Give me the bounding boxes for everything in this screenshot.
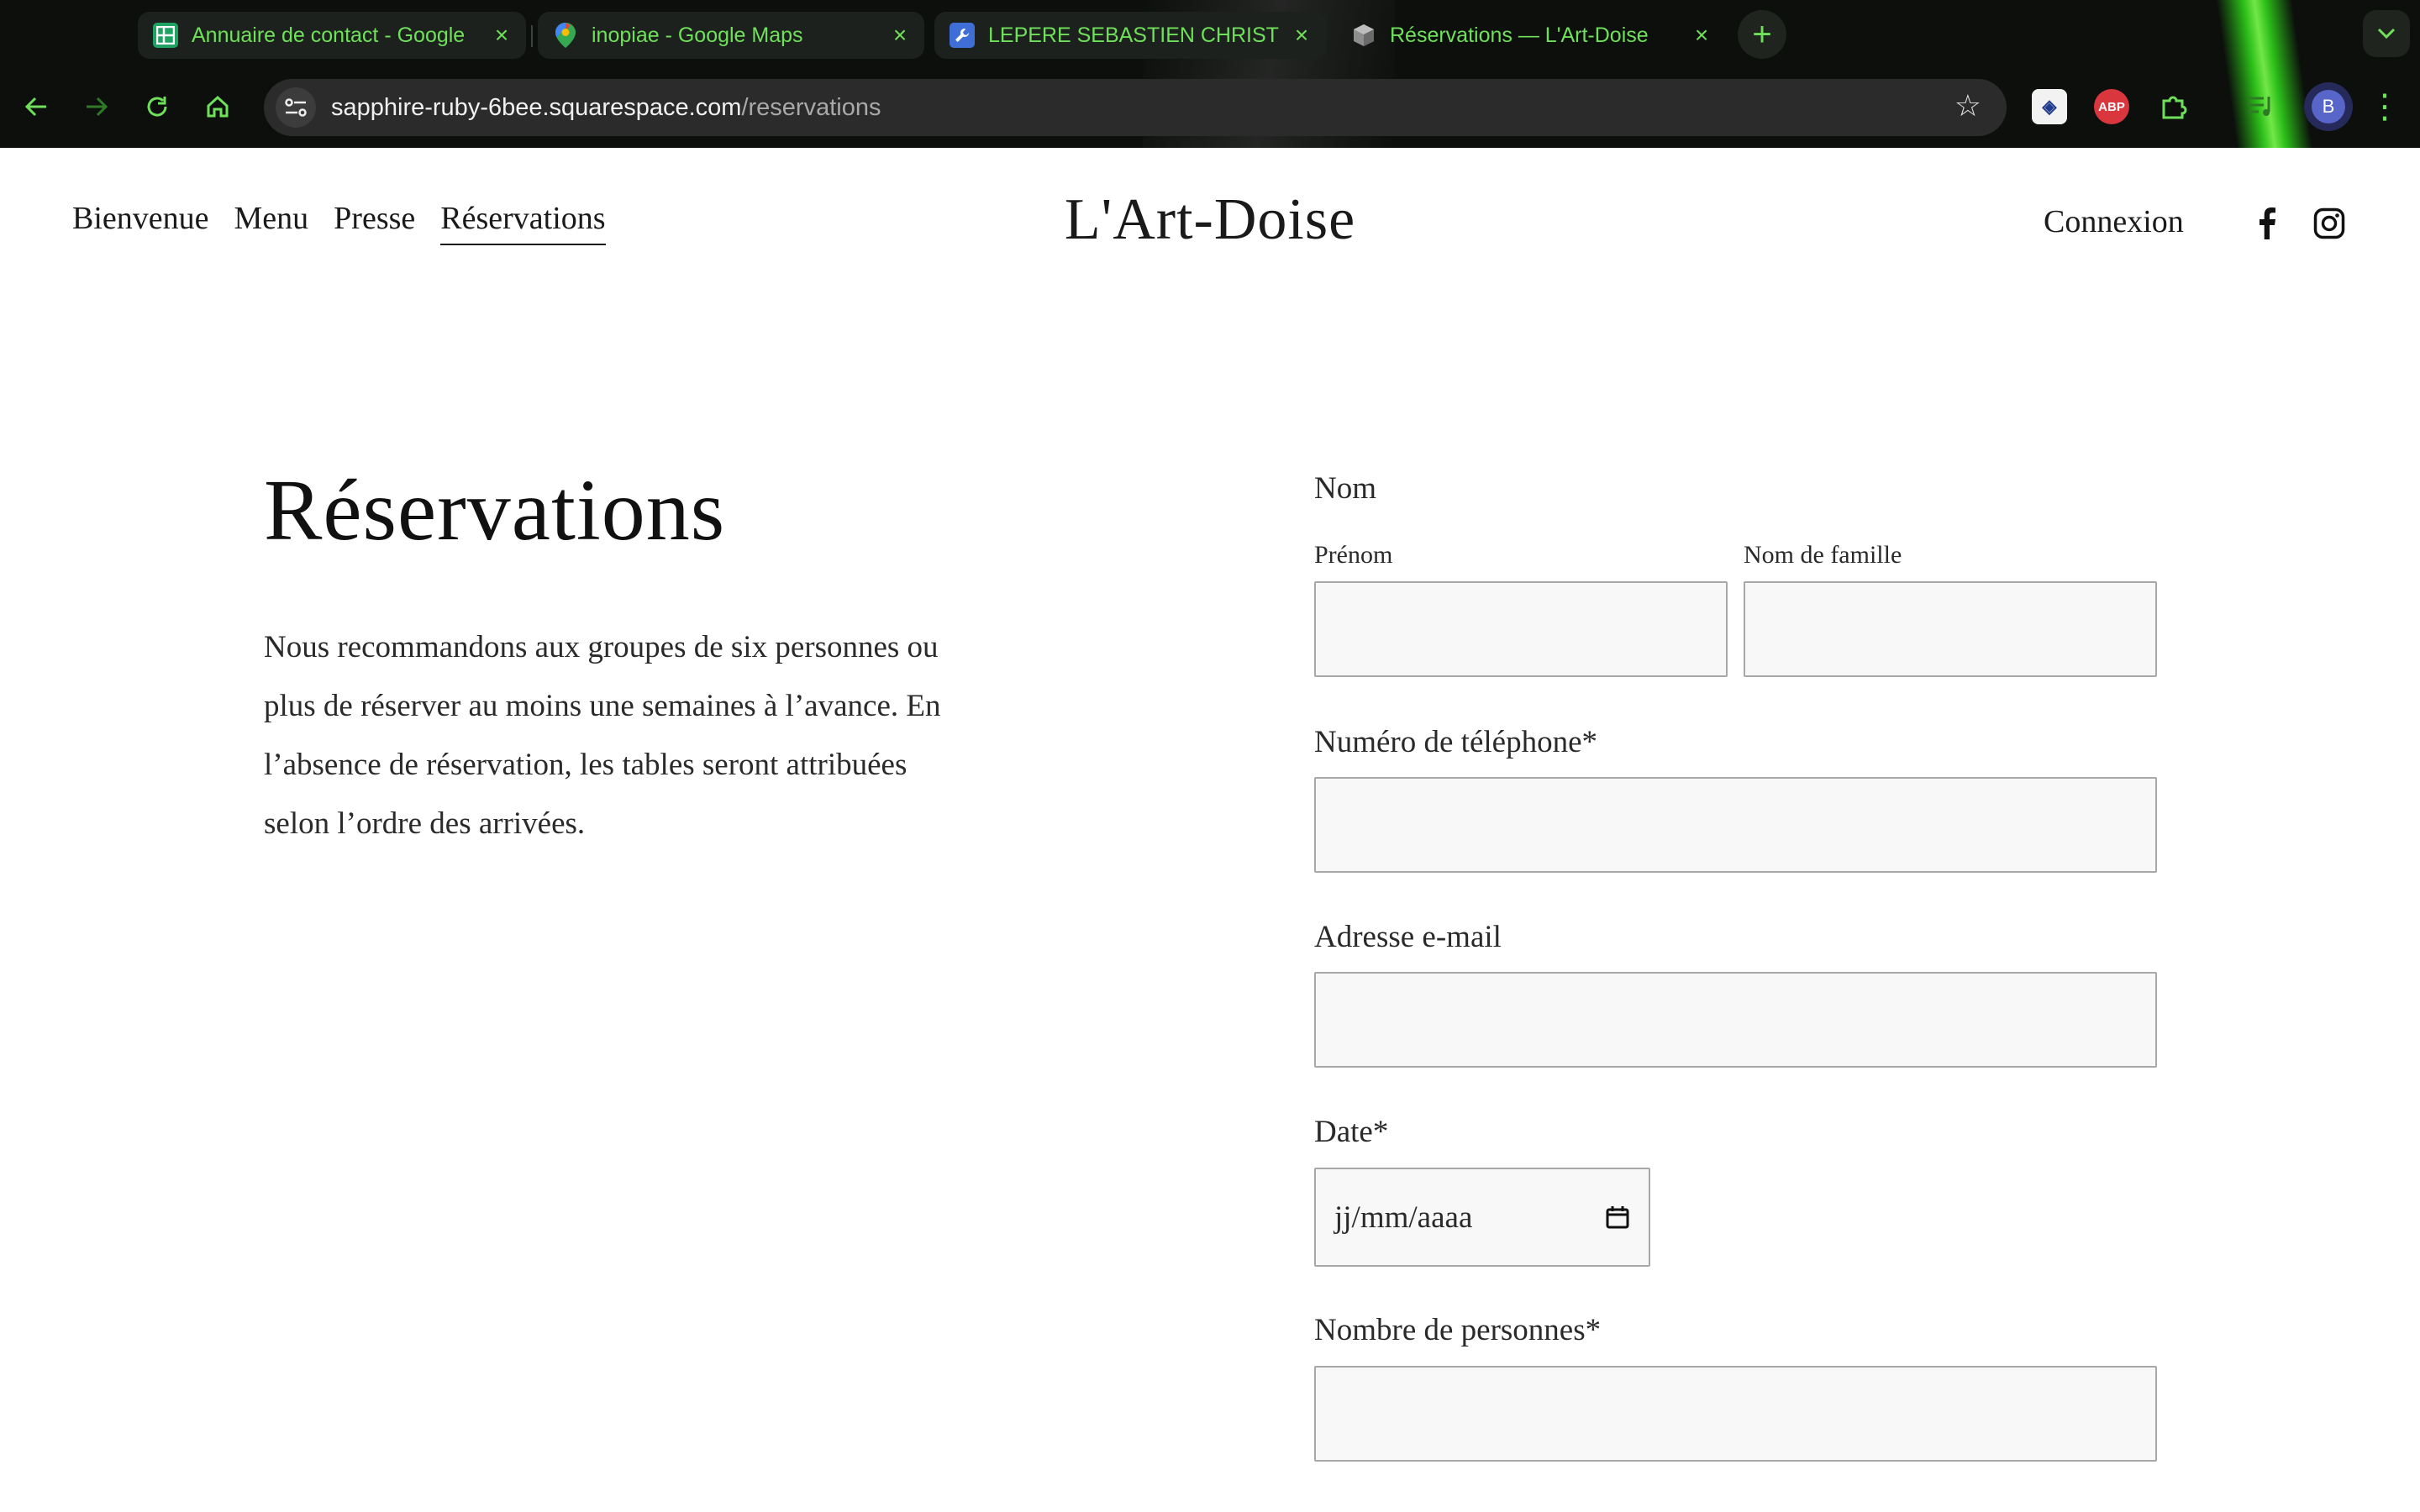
first-name-label: Prénom xyxy=(1314,541,1393,569)
login-link[interactable]: Connexion xyxy=(2044,203,2184,240)
nav-link-menu[interactable]: Menu xyxy=(234,201,309,245)
site-settings-icon[interactable] xyxy=(276,87,316,128)
close-tab-icon[interactable]: × xyxy=(489,22,514,48)
instagram-icon[interactable] xyxy=(2311,205,2348,242)
phone-field[interactable] xyxy=(1314,777,2157,873)
browser-menu-icon[interactable]: ⋮ xyxy=(2368,82,2402,131)
guests-field[interactable] xyxy=(1314,1366,2157,1462)
site-logo[interactable]: L'Art-Doise xyxy=(1065,187,1355,252)
maps-pin-icon xyxy=(553,23,578,48)
back-icon[interactable] xyxy=(12,82,60,131)
reload-icon[interactable] xyxy=(133,82,182,131)
nav-link-presse[interactable]: Presse xyxy=(334,201,415,245)
forward-icon[interactable] xyxy=(72,82,121,131)
phone-label: Numéro de téléphone* xyxy=(1314,725,1597,759)
guests-label: Nombre de personnes* xyxy=(1314,1313,1602,1347)
bookmark-star-icon[interactable]: ☆ xyxy=(1954,89,1981,123)
calendar-icon[interactable] xyxy=(1605,1205,1630,1230)
media-controls-icon[interactable] xyxy=(2244,89,2279,124)
address-bar[interactable]: sapphire-ruby-6bee.squarespace.com/reser… xyxy=(264,79,2007,136)
abp-label: ABP xyxy=(2098,99,2125,114)
tab-title: Annuaire de contact - Google xyxy=(192,23,466,47)
name-label: Nom xyxy=(1314,471,1376,506)
url-host: sapphire-ruby-6bee.squarespace.com xyxy=(331,93,742,121)
adblock-plus-icon[interactable]: ABP xyxy=(2094,89,2129,124)
tool-icon xyxy=(950,23,975,48)
tab-title: Réservations — L'Art-Doise xyxy=(1390,23,1649,47)
page-title: Réservations xyxy=(264,462,726,559)
new-tab-label: + xyxy=(1752,15,1772,53)
profile-initial: B xyxy=(2312,90,2345,123)
email-field[interactable] xyxy=(1314,972,2157,1068)
extensions-puzzle-icon[interactable] xyxy=(2156,89,2191,124)
close-tab-icon[interactable]: × xyxy=(1689,22,1714,48)
home-icon[interactable] xyxy=(193,82,242,131)
new-tab-button[interactable]: + xyxy=(1738,10,1786,59)
close-tab-icon[interactable]: × xyxy=(887,22,913,48)
tab-title: inopiae - Google Maps xyxy=(592,23,803,47)
close-tab-icon[interactable]: × xyxy=(1289,22,1314,48)
date-label: Date* xyxy=(1314,1115,1389,1149)
chevron-down-icon[interactable] xyxy=(2363,10,2410,57)
facebook-icon[interactable] xyxy=(2249,205,2286,242)
url-text: sapphire-ruby-6bee.squarespace.com/reser… xyxy=(331,94,881,122)
url-path: /reservations xyxy=(741,93,881,121)
tab-separator xyxy=(531,25,533,47)
profile-avatar[interactable]: B xyxy=(2304,82,2353,131)
tab-reservations[interactable]: Réservations — L'Art-Doise × xyxy=(1336,12,1726,59)
extension-icon[interactable]: ◈ xyxy=(2032,89,2067,124)
sheets-icon xyxy=(153,23,178,48)
tab-lepere[interactable]: LEPERE SEBASTIEN CHRISTIA × xyxy=(934,12,1326,59)
theme-glow-decoration xyxy=(2216,0,2313,148)
reservation-intro-text: Nous recommandons aux groupes de six per… xyxy=(264,630,941,841)
squarespace-cube-icon xyxy=(1351,23,1376,48)
last-name-field[interactable] xyxy=(1744,581,2157,677)
nav-link-bienvenue[interactable]: Bienvenue xyxy=(72,201,209,245)
first-name-field[interactable] xyxy=(1314,581,1728,677)
site-navigation: Bienvenue Menu Presse Réservations xyxy=(72,201,606,245)
email-label: Adresse e-mail xyxy=(1314,920,1502,954)
tab-google-maps[interactable]: inopiae - Google Maps × xyxy=(538,12,924,59)
browser-chrome: Annuaire de contact - Google × inopiae -… xyxy=(0,0,2420,148)
tab-title: LEPERE SEBASTIEN CHRISTIA xyxy=(988,23,1281,47)
nav-link-reservations[interactable]: Réservations xyxy=(440,201,606,245)
date-placeholder: jj/mm/aaaa xyxy=(1334,1200,1473,1235)
last-name-label: Nom de famille xyxy=(1744,541,1902,569)
tab-annuaire[interactable]: Annuaire de contact - Google × xyxy=(138,12,526,59)
date-field[interactable]: jj/mm/aaaa xyxy=(1314,1168,1650,1267)
